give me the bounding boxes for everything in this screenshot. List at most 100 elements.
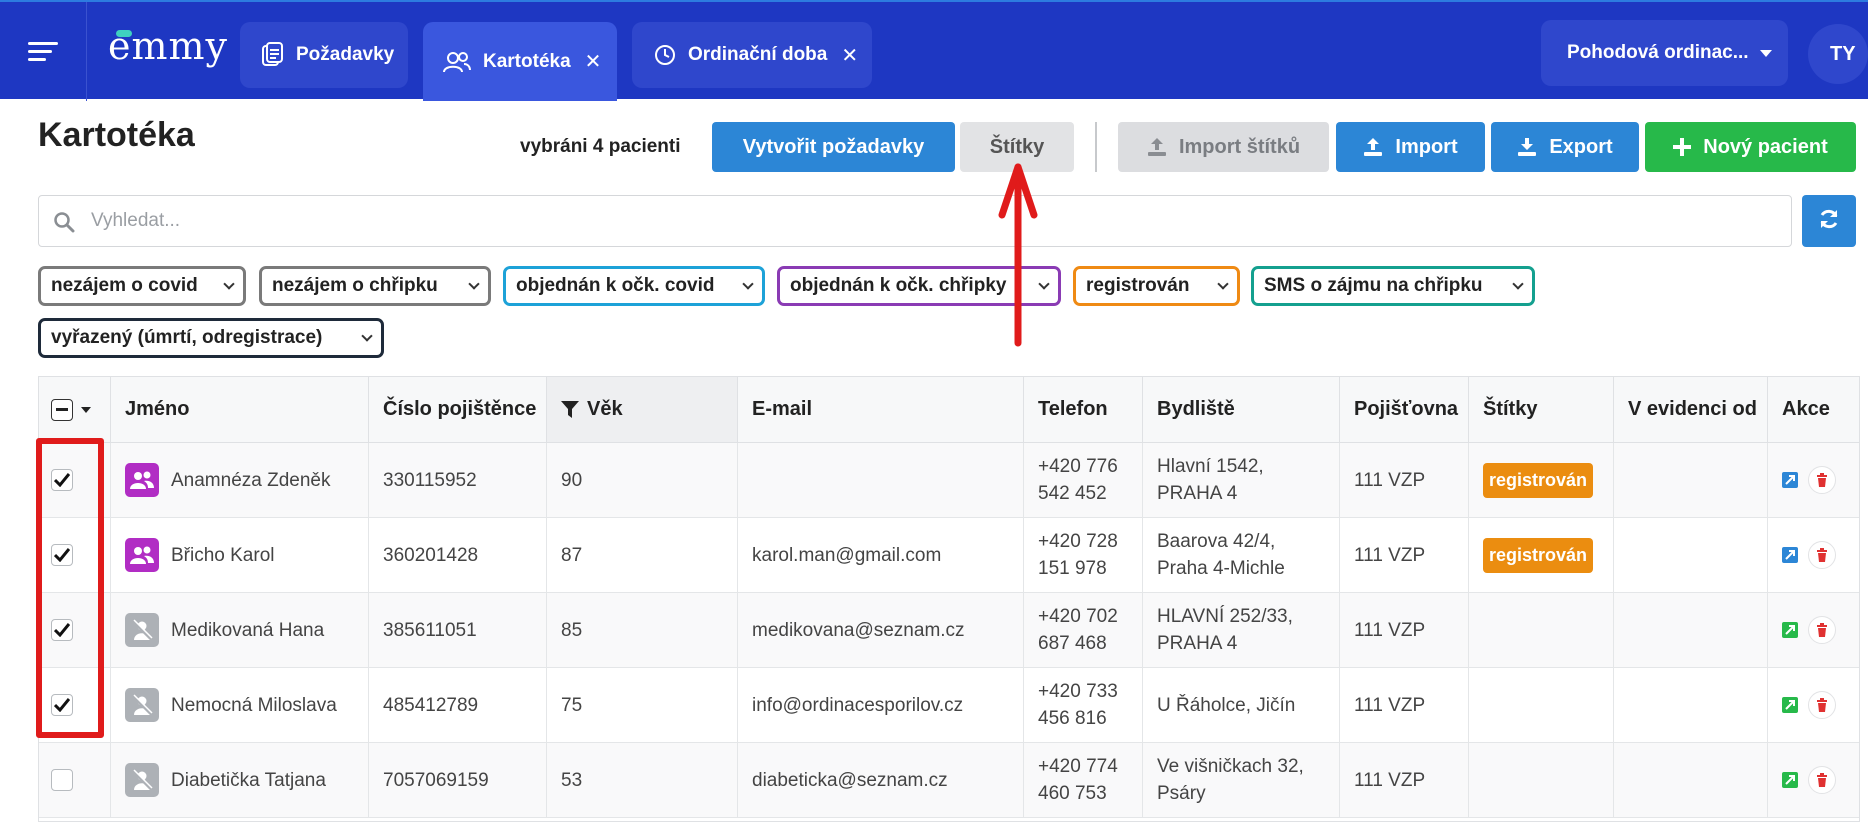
search-box: [38, 195, 1792, 247]
row-checkbox[interactable]: [51, 769, 73, 791]
open-external-icon[interactable]: [1782, 697, 1798, 713]
row-select-cell[interactable]: [39, 743, 111, 818]
filter-icon: [561, 400, 579, 419]
search-icon: [53, 211, 75, 238]
chevron-down-icon: [361, 330, 373, 342]
import-tags-button[interactable]: Import štítků: [1118, 122, 1329, 172]
select-all-header[interactable]: [39, 377, 111, 443]
delete-button[interactable]: [1808, 766, 1836, 794]
age-cell: 85: [547, 593, 738, 668]
create-requests-button[interactable]: Vytvořit požadavky: [712, 122, 955, 172]
chip-label: objednán k očk. covid: [516, 275, 715, 296]
column-header-pojistovna[interactable]: Pojišťovna: [1340, 377, 1469, 443]
patient-name-cell[interactable]: Medikovaná Hana: [111, 593, 369, 668]
column-header-email[interactable]: E-mail: [738, 377, 1024, 443]
organization-select[interactable]: Pohodová ordinac...: [1541, 20, 1788, 86]
patient-name-cell[interactable]: Diabetička Tatjana: [111, 743, 369, 818]
phone-line: +420 728: [1038, 531, 1118, 552]
address-cell: Baarova 42/4, Praha 4-Michle: [1143, 518, 1340, 593]
user-avatar[interactable]: TY: [1808, 24, 1868, 84]
search-input[interactable]: [91, 204, 1771, 238]
actions-cell: [1768, 443, 1859, 518]
email-cell: diabeticka@seznam.cz: [738, 743, 1024, 818]
caret-down-icon[interactable]: [81, 406, 91, 413]
refresh-button[interactable]: [1802, 195, 1856, 247]
tab-ordinacni-doba[interactable]: Ordinační doba ✕: [632, 22, 872, 88]
patient-name: Nemocná Miloslava: [171, 694, 337, 716]
chevron-down-icon: [468, 278, 480, 290]
patient-inactive-icon: [125, 763, 159, 797]
column-header-telefon[interactable]: Telefon: [1024, 377, 1143, 443]
email-value: info@ordinacesporilov.cz: [752, 694, 964, 716]
column-header-stitky[interactable]: Štítky: [1469, 377, 1614, 443]
tab-kartoteka[interactable]: Kartotéka ✕: [423, 22, 617, 101]
column-header-v-evidenci-od[interactable]: V evidenci od: [1614, 377, 1768, 443]
phone-line: 460 753: [1038, 783, 1107, 804]
upload-icon: [1147, 137, 1167, 157]
open-external-icon[interactable]: [1782, 622, 1798, 638]
delete-button[interactable]: [1808, 691, 1836, 719]
age-value: 75: [561, 694, 583, 716]
app-logo[interactable]: emmy: [108, 24, 228, 68]
column-header-bydliste[interactable]: Bydliště: [1143, 377, 1340, 443]
column-header-cislo-pojistence[interactable]: Číslo pojištěnce: [369, 377, 547, 443]
new-patient-button[interactable]: Nový pacient: [1645, 122, 1856, 172]
filter-chip-sms-chripka[interactable]: SMS o zájmu na chřipku: [1251, 266, 1535, 306]
phone-line: +420 774: [1038, 756, 1118, 777]
insurance-number: 385611051: [383, 619, 477, 641]
page-title: Kartotéka: [38, 116, 195, 154]
column-header-vek[interactable]: Věk: [547, 377, 738, 443]
export-button[interactable]: Export: [1491, 122, 1639, 172]
chip-label: SMS o zájmu na chřipku: [1264, 275, 1483, 296]
insurance-number: 485412789: [383, 694, 479, 716]
filter-chip-objednan-covid[interactable]: objednán k očk. covid: [503, 266, 765, 306]
trash-icon: [1817, 548, 1827, 562]
filter-chip-nezajem-covid[interactable]: nezájem o covid: [38, 266, 246, 306]
tab-label: Požadavky: [296, 44, 395, 65]
button-label: Import štítků: [1178, 135, 1301, 158]
tags-cell: registrován: [1469, 518, 1614, 593]
select-all-checkbox[interactable]: [51, 398, 73, 421]
email-value: medikovana@seznam.cz: [752, 619, 965, 641]
phone-line: 542 452: [1038, 483, 1107, 504]
trash-icon: [1817, 623, 1827, 637]
delete-button[interactable]: [1808, 616, 1836, 644]
age-cell: 53: [547, 743, 738, 818]
close-icon[interactable]: ✕: [585, 49, 602, 74]
phone-line: 687 468: [1038, 633, 1107, 654]
open-external-icon[interactable]: [1782, 547, 1798, 563]
filter-chip-registrovan[interactable]: registrován: [1073, 266, 1240, 306]
insurance-number: 330115952: [383, 469, 477, 491]
caret-down-icon: [1760, 50, 1772, 57]
address-cell: U Řáholce, Jičín: [1143, 668, 1340, 743]
actions-cell: [1768, 518, 1859, 593]
patient-name: Diabetička Tatjana: [171, 769, 326, 791]
trash-icon: [1817, 773, 1827, 787]
delete-button[interactable]: [1808, 541, 1836, 569]
open-external-icon[interactable]: [1782, 472, 1798, 488]
delete-button[interactable]: [1808, 466, 1836, 494]
tab-pozadavky[interactable]: Požadavky: [240, 22, 408, 88]
email-cell: karol.man@gmail.com: [738, 518, 1024, 593]
close-icon[interactable]: ✕: [841, 43, 858, 68]
registered-since-cell: [1614, 593, 1768, 668]
chip-label: nezájem o chřipku: [272, 275, 438, 296]
address-line: Psáry: [1157, 783, 1206, 804]
open-external-icon[interactable]: [1782, 772, 1798, 788]
button-label: Export: [1549, 135, 1613, 158]
insurance-number-cell: 385611051: [369, 593, 547, 668]
patient-name-cell[interactable]: Břicho Karol: [111, 518, 369, 593]
column-header-akce: Akce: [1768, 377, 1859, 443]
filter-chip-vyrazeny[interactable]: vyřazený (úmrtí, odregistrace): [38, 318, 384, 358]
column-header-jmeno[interactable]: Jméno: [111, 377, 369, 443]
menu-icon[interactable]: [28, 42, 58, 64]
filter-chip-nezajem-chripka[interactable]: nezájem o chřipku: [259, 266, 491, 306]
import-button[interactable]: Import: [1336, 122, 1485, 172]
patient-name-cell[interactable]: Anamnéza Zdeněk: [111, 443, 369, 518]
actions-cell: [1768, 593, 1859, 668]
tags-cell: registrován: [1469, 443, 1614, 518]
address-cell: Hlavní 1542, PRAHA 4: [1143, 443, 1340, 518]
chevron-down-icon: [1038, 278, 1050, 290]
insurance-number: 360201428: [383, 544, 479, 566]
patient-name-cell[interactable]: Nemocná Miloslava: [111, 668, 369, 743]
